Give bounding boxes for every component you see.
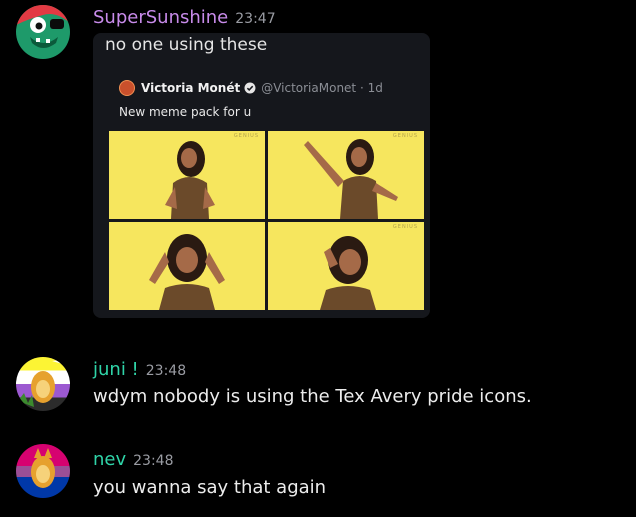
timestamp: 23:48 — [145, 363, 187, 379]
message-header: juni ! 23:48 — [93, 359, 186, 380]
tweet-handle: @VictoriaMonet · 1d — [261, 81, 383, 95]
message-header: SuperSunshine 23:47 — [93, 7, 276, 28]
image-watermark: GENIUS — [392, 133, 418, 139]
image-watermark: GENIUS — [392, 224, 418, 230]
avatar[interactable] — [16, 5, 70, 59]
image-attachment[interactable]: no one using these Victoria Monét @Victo… — [93, 33, 430, 318]
tweet-photo — [109, 222, 265, 310]
message-text: you wanna say that again — [93, 477, 327, 498]
username[interactable]: SuperSunshine — [93, 7, 228, 28]
message-header: nev 23:48 — [93, 449, 174, 470]
chat-log: SuperSunshine 23:47 no one using these V… — [0, 0, 636, 517]
image-watermark: GENIUS — [233, 133, 259, 139]
tweet-photo: GENIUS — [268, 222, 424, 310]
tweet-text: New meme pack for u — [119, 105, 252, 119]
verified-badge-icon — [244, 82, 256, 94]
avatar[interactable] — [16, 444, 70, 498]
tweet-photo: GENIUS — [109, 131, 265, 219]
timestamp: 23:47 — [235, 11, 276, 27]
message-text: wdym nobody is using the Tex Avery pride… — [93, 386, 532, 407]
tweet-header: Victoria Monét @VictoriaMonet · 1d — [119, 80, 383, 96]
avatar[interactable] — [16, 357, 70, 411]
image-caption: no one using these — [105, 35, 268, 55]
tweet-avatar — [119, 80, 135, 96]
username[interactable]: juni ! — [93, 359, 139, 380]
timestamp: 23:48 — [133, 453, 174, 469]
username[interactable]: nev — [93, 449, 126, 470]
tweet-author-name: Victoria Monét — [141, 81, 241, 95]
tweet-photo: GENIUS — [268, 131, 424, 219]
